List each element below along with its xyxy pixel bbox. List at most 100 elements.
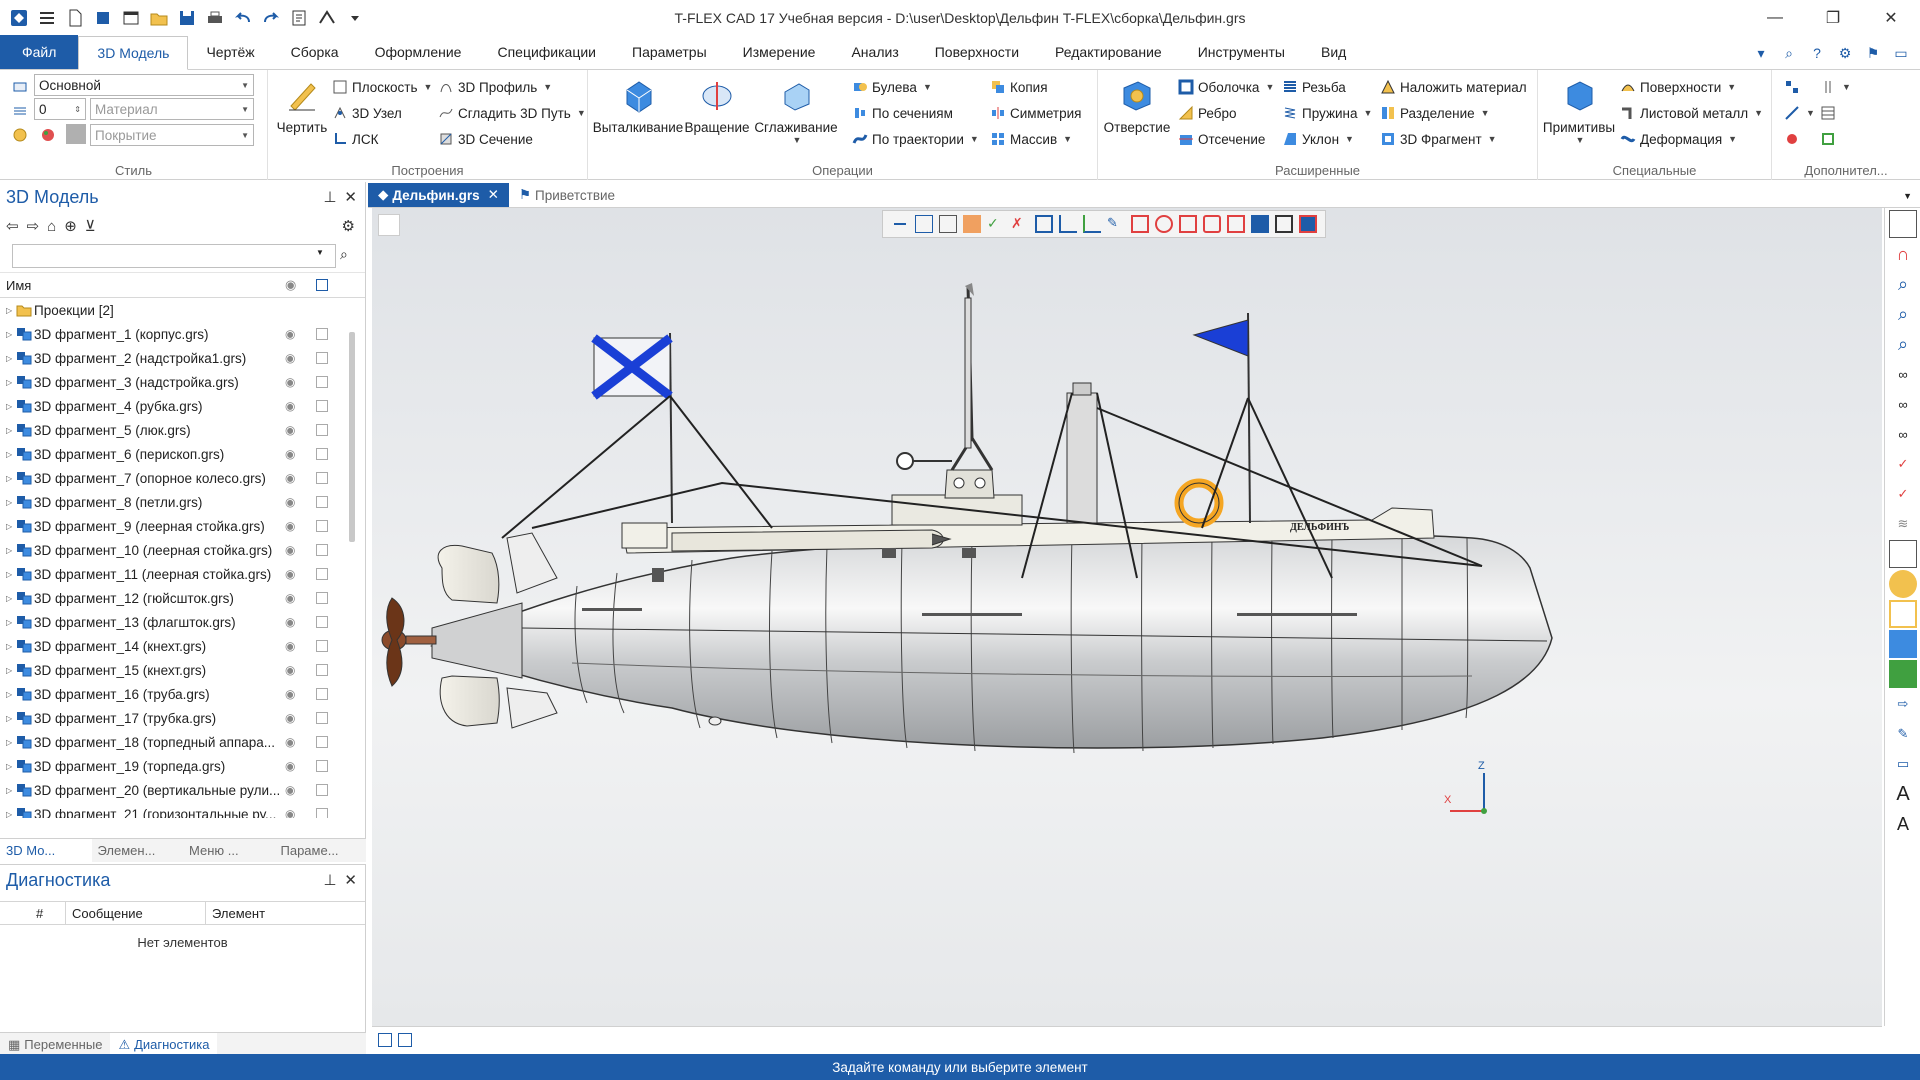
- panel-close-icon[interactable]: ✕: [344, 188, 357, 206]
- text-a-icon-1[interactable]: A: [1889, 780, 1917, 808]
- printer-icon[interactable]: ▭: [1889, 750, 1917, 778]
- tree-item-fragment[interactable]: ▷ 3D фрагмент_17 (трубка.grs) ◉: [0, 706, 365, 730]
- visibility-column-icon[interactable]: ◉: [285, 277, 296, 293]
- extrude-button[interactable]: Выталкивание: [593, 76, 683, 135]
- layer-select[interactable]: Основной ▼: [34, 74, 254, 96]
- expand-arrow-icon[interactable]: ▷: [6, 786, 16, 795]
- expand-arrow-icon[interactable]: ▷: [6, 570, 16, 579]
- smooth-path-button[interactable]: Сгладить 3D Путь ▼: [438, 102, 586, 124]
- menu-icon[interactable]: [34, 5, 60, 31]
- tab-file[interactable]: Файл: [0, 35, 79, 69]
- expand-arrow-icon[interactable]: ▷: [6, 450, 16, 459]
- layer-cube-icon[interactable]: [316, 688, 328, 700]
- expand-arrow-icon[interactable]: ▷: [6, 378, 16, 387]
- extra-tool-4-icon[interactable]: [1820, 102, 1836, 124]
- layer-cube-icon[interactable]: [316, 736, 328, 748]
- tree-scrollbar[interactable]: [349, 332, 355, 542]
- new-document-icon[interactable]: [62, 5, 88, 31]
- pin-icon[interactable]: ⊥: [323, 188, 336, 206]
- tab-specifications[interactable]: Спецификации: [479, 35, 614, 69]
- tab-measure[interactable]: Измерение: [725, 35, 834, 69]
- visibility-eye-icon[interactable]: ◉: [285, 639, 295, 653]
- tool-icon[interactable]: ✎: [1889, 720, 1917, 748]
- doc-tab-close-icon[interactable]: ✕: [488, 187, 499, 203]
- tree-item-fragment[interactable]: ▷ 3D фрагмент_8 (петли.grs) ◉: [0, 490, 365, 514]
- visibility-eye-icon[interactable]: ◉: [285, 735, 295, 749]
- redo-icon[interactable]: [258, 5, 284, 31]
- visibility-eye-icon[interactable]: ◉: [285, 543, 295, 557]
- search-icon[interactable]: ⌕: [340, 246, 348, 263]
- ribbon-options-icon[interactable]: ▾: [1752, 44, 1770, 62]
- layer-cube-icon[interactable]: [316, 784, 328, 796]
- tab-surfaces[interactable]: Поверхности: [917, 35, 1037, 69]
- zoom-window-icon[interactable]: ⌕: [1889, 300, 1917, 328]
- split-button[interactable]: Разделение ▼: [1380, 102, 1490, 124]
- plane-button[interactable]: Плоскость ▼: [332, 76, 432, 98]
- zoom-icon[interactable]: ⌕: [1889, 330, 1917, 358]
- tab-assembly[interactable]: Сборка: [273, 35, 357, 69]
- layer-cube-icon[interactable]: [316, 328, 328, 340]
- layer-cube-icon[interactable]: [316, 544, 328, 556]
- tree-item-fragment[interactable]: ▷ 3D фрагмент_6 (перископ.grs) ◉: [0, 442, 365, 466]
- surfaces-button[interactable]: Поверхности ▼: [1620, 76, 1736, 98]
- tab-tools[interactable]: Инструменты: [1180, 35, 1303, 69]
- undo-icon[interactable]: [230, 5, 256, 31]
- tab-variables[interactable]: ▦ Переменные: [0, 1033, 110, 1056]
- layer-icon[interactable]: [12, 76, 28, 98]
- primitives-button[interactable]: Примитивы ▼: [1543, 76, 1615, 145]
- visibility-eye-icon[interactable]: ◉: [285, 663, 295, 677]
- shell-button[interactable]: Оболочка ▼: [1178, 76, 1274, 98]
- cube-light-icon[interactable]: [1889, 630, 1917, 658]
- square-icon[interactable]: [1889, 600, 1917, 628]
- layer-cube-icon[interactable]: [316, 448, 328, 460]
- expand-arrow-icon[interactable]: ▷: [6, 354, 16, 363]
- color-palette-icon[interactable]: [40, 124, 56, 146]
- by-path-button[interactable]: По траектории ▼: [852, 128, 979, 150]
- rotate-button[interactable]: Вращение: [680, 76, 754, 135]
- layer-column-icon[interactable]: [316, 279, 328, 291]
- tree-item-fragment[interactable]: ▷ 3D фрагмент_18 (торпедный аппара... ◉: [0, 730, 365, 754]
- tree-item-fragment[interactable]: ▷ 3D фрагмент_3 (надстройка.grs) ◉: [0, 370, 365, 394]
- extra-tool-3-icon[interactable]: ▼: [1784, 102, 1815, 124]
- doc-tab-welcome[interactable]: ⚑ Приветствие: [509, 183, 625, 207]
- tree-item-fragment[interactable]: ▷ 3D фрагмент_15 (кнехт.grs) ◉: [0, 658, 365, 682]
- view-panel-icon[interactable]: [1889, 210, 1917, 238]
- copy-button[interactable]: Копия: [990, 76, 1048, 98]
- slope-button[interactable]: Уклон ▼: [1282, 128, 1354, 150]
- layer-cube-icon[interactable]: [316, 472, 328, 484]
- expand-arrow-icon[interactable]: ▷: [6, 330, 16, 339]
- window-layout-icon[interactable]: ▭: [1892, 44, 1910, 62]
- layer-cube-icon[interactable]: [316, 808, 328, 818]
- expand-arrow-icon[interactable]: ▷: [6, 714, 16, 723]
- tree-item-fragment[interactable]: ▷ 3D фрагмент_16 (труба.grs) ◉: [0, 682, 365, 706]
- magnet-icon[interactable]: ∩: [1889, 240, 1917, 268]
- search-commands-icon[interactable]: ⌕: [1780, 44, 1798, 62]
- level-stepper[interactable]: 0 ⇕: [34, 98, 86, 120]
- layer-cube-icon[interactable]: [316, 520, 328, 532]
- visibility-eye-icon[interactable]: ◉: [285, 687, 295, 701]
- tree-item-fragment[interactable]: ▷ 3D фрагмент_21 (горизонтальные ру... ◉: [0, 802, 365, 818]
- deform-button[interactable]: Деформация ▼: [1620, 128, 1737, 150]
- tree-settings-icon[interactable]: ⚙: [342, 217, 355, 235]
- spring-button[interactable]: Пружина ▼: [1282, 102, 1372, 124]
- glasses-icon-3[interactable]: ∞: [1889, 420, 1917, 448]
- cut-button[interactable]: Отсечение: [1178, 128, 1265, 150]
- apply-material-button[interactable]: Наложить материал: [1380, 76, 1527, 98]
- layer-cube-icon[interactable]: [316, 424, 328, 436]
- visibility-eye-icon[interactable]: ◉: [285, 759, 295, 773]
- thread-button[interactable]: Резьба: [1282, 76, 1346, 98]
- sphere-icon[interactable]: [1889, 570, 1917, 598]
- tab-menu-panel[interactable]: Меню ...: [183, 839, 275, 862]
- tab-formatting[interactable]: Оформление: [357, 35, 480, 69]
- tab-params-panel[interactable]: Параме...: [275, 839, 367, 862]
- back-arrow-icon[interactable]: ⇦: [6, 217, 19, 235]
- check-cube-icon-2[interactable]: ✓: [1889, 480, 1917, 508]
- cube-green-icon[interactable]: [1889, 660, 1917, 688]
- visibility-eye-icon[interactable]: ◉: [285, 615, 295, 629]
- flag-icon[interactable]: ⚑: [1864, 44, 1882, 62]
- page-view-icon-2[interactable]: [398, 1033, 412, 1047]
- fragment3d-button[interactable]: 3D Фрагмент ▼: [1380, 128, 1497, 150]
- tree-item-fragment[interactable]: ▷ 3D фрагмент_1 (корпус.grs) ◉: [0, 322, 365, 346]
- layer-cube-icon[interactable]: [316, 760, 328, 772]
- expand-arrow-icon[interactable]: ▷: [6, 618, 16, 627]
